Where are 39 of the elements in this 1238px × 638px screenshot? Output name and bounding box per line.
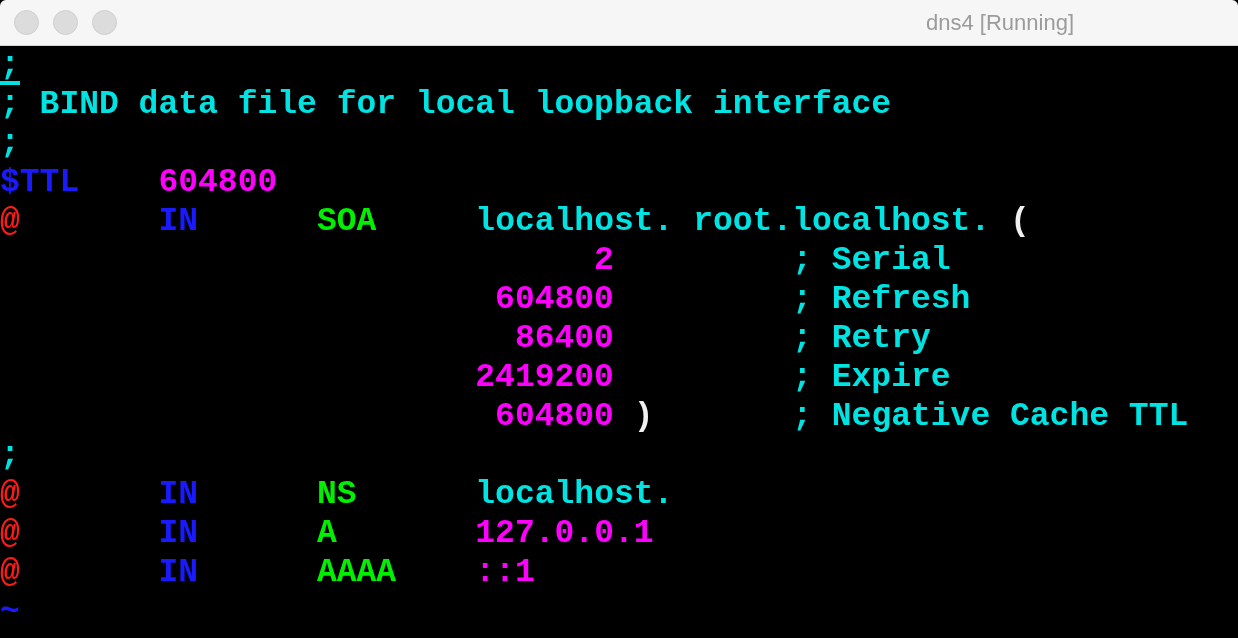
comment-text: ;: [0, 46, 20, 85]
number-text: ::1: [475, 553, 535, 592]
class-text: IN: [158, 514, 199, 553]
class-text: IN: [158, 475, 199, 514]
close-button[interactable]: [14, 10, 39, 35]
comment-text: ; BIND data file for local loopback interface: [0, 85, 892, 124]
comment-text: ;: [0, 124, 20, 163]
variable-text: $TTL: [0, 163, 80, 202]
number-text: 604800: [495, 397, 614, 436]
origin-symbol: @: [0, 553, 20, 592]
comment-text: ; Refresh: [792, 280, 971, 319]
domain-name-text: localhost.: [475, 475, 674, 514]
record-type-text: SOA: [316, 202, 377, 241]
empty-line-marker: ~: [0, 592, 20, 631]
number-text: 2419200: [475, 358, 614, 397]
window-title: dns4 [Running]: [926, 9, 1074, 36]
record-type-text: NS: [316, 475, 357, 514]
number-text: 604800: [158, 163, 278, 202]
parenthesis-text: (: [1010, 202, 1030, 241]
comment-text: ; Serial: [792, 241, 951, 280]
comment-text: ; Retry: [792, 319, 931, 358]
parenthesis-text: ): [633, 397, 654, 436]
number-text: 604800: [495, 280, 614, 319]
record-type-text: A: [316, 514, 337, 553]
comment-text: ; Negative Cache TTL: [792, 397, 1189, 436]
origin-symbol: @: [0, 514, 20, 553]
number-text: 86400: [514, 319, 614, 358]
comment-text: ; Expire: [792, 358, 951, 397]
class-text: IN: [158, 202, 199, 241]
comment-text: ;: [0, 436, 20, 475]
origin-symbol: @: [0, 202, 20, 241]
minimize-button[interactable]: [53, 10, 78, 35]
origin-symbol: @: [0, 475, 20, 514]
record-type-text: AAAA: [316, 553, 397, 592]
zoom-button[interactable]: [92, 10, 117, 35]
number-text: 2: [594, 241, 614, 280]
class-text: IN: [158, 553, 199, 592]
number-text: 127.0.0.1: [475, 514, 654, 553]
domain-name-text: localhost. root.localhost.: [475, 202, 991, 241]
